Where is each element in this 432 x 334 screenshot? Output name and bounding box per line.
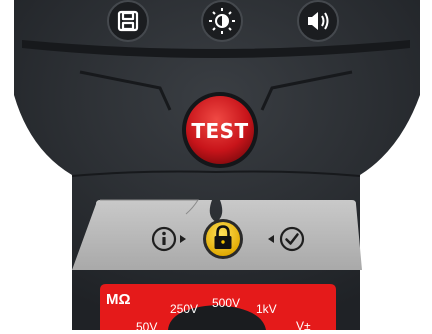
save-button[interactable]	[107, 0, 149, 42]
insulation-tester-device	[14, 0, 420, 330]
info-icon	[162, 231, 166, 245]
test-button[interactable]	[182, 92, 258, 168]
lock-button[interactable]	[203, 219, 243, 259]
volume-button[interactable]	[297, 0, 339, 42]
brightness-button[interactable]	[201, 0, 243, 42]
